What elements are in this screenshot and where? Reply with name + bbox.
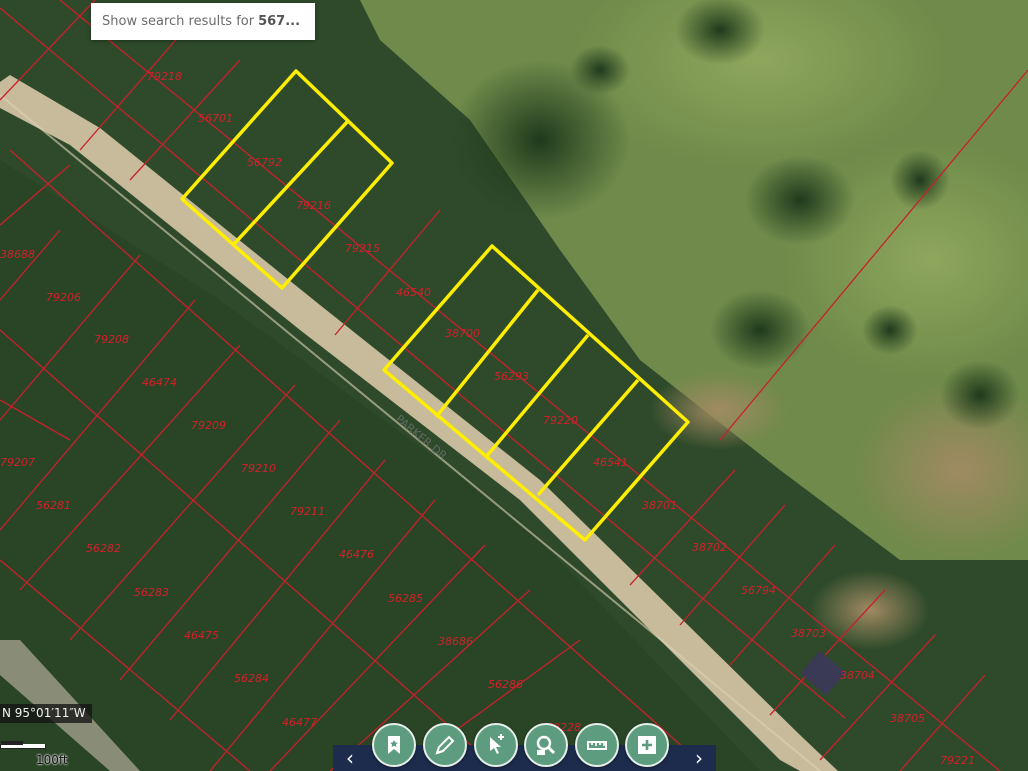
tree-cluster <box>570 45 630 95</box>
parcel-label: 79208 <box>94 333 129 346</box>
bookmark-icon <box>388 736 400 754</box>
draw-button[interactable] <box>423 723 467 767</box>
search-results-prefix: Show search results for <box>102 14 255 29</box>
search-parcel-button[interactable] <box>524 723 568 767</box>
parcel-label: 56794 <box>741 584 776 597</box>
map-canvas[interactable]: 79218 56701 56792 79216 79215 46540 3870… <box>0 0 1028 771</box>
parcel-label: 79220 <box>543 414 578 427</box>
parcel-label: 38701 <box>642 499 677 512</box>
parcel-label: 56283 <box>134 586 169 599</box>
parcel-label: 79210 <box>241 462 276 475</box>
add-button[interactable] <box>625 723 669 767</box>
parcel-label: 46541 <box>593 456 628 469</box>
toolbar-next-button[interactable]: › <box>685 745 713 771</box>
identify-pointer-icon <box>490 734 504 754</box>
parcel-label: 56284 <box>234 672 269 685</box>
tree-cluster <box>745 155 855 245</box>
measure-button[interactable] <box>575 723 619 767</box>
tree-cluster <box>890 150 950 210</box>
parcel-label: 79218 <box>147 70 182 83</box>
toolbar-prev-button[interactable]: ‹ <box>336 745 364 771</box>
measure-icon <box>587 741 607 750</box>
parcel-label: 38704 <box>840 669 875 682</box>
parcel-label: 79207 <box>0 456 35 469</box>
search-query: 567... <box>258 14 301 29</box>
tree-cluster <box>710 290 810 370</box>
parcel-label: 56293 <box>494 370 529 383</box>
parcel-label: 38703 <box>791 627 826 640</box>
parcel-label: 79206 <box>46 291 81 304</box>
parcel-label: 56281 <box>36 499 71 512</box>
parcel-label: 46474 <box>142 376 177 389</box>
parcel-label: 79221 <box>940 754 975 767</box>
parcel-label: 56701 <box>198 112 233 125</box>
scale-bar <box>0 741 46 749</box>
parcel-label: 56285 <box>388 592 423 605</box>
parcel-label: 79216 <box>296 199 331 212</box>
parcel-label: 56282 <box>86 542 121 555</box>
search-results-popup[interactable]: Show search results for 567... <box>91 3 315 40</box>
parcel-label: 46477 <box>282 716 317 729</box>
parcel-label: 46475 <box>184 629 219 642</box>
parcel-label: 79209 <box>191 419 226 432</box>
draw-pencil-icon <box>435 735 455 755</box>
parcel-label: 38702 <box>692 541 727 554</box>
parcel-label: 38688 <box>0 248 35 261</box>
bookmark-button[interactable] <box>372 723 416 767</box>
coordinate-readout: N 95°01′11″W <box>0 704 92 723</box>
parcel-label: 38700 <box>445 327 480 340</box>
parcel-label: 56286 <box>488 678 523 691</box>
parcel-label: 56792 <box>247 156 282 169</box>
scale-label: 100ft <box>36 753 68 767</box>
parcel-label: 38705 <box>890 712 925 725</box>
parcel-label: 46476 <box>339 548 374 561</box>
parcel-label: 46540 <box>396 286 431 299</box>
search-parcel-icon <box>536 735 556 755</box>
tree-cluster <box>940 360 1020 430</box>
parcel-label: 38686 <box>438 635 473 648</box>
parcel-label: 79211 <box>290 505 325 518</box>
parcel-label: 79215 <box>345 242 380 255</box>
add-icon <box>638 736 656 754</box>
identify-button[interactable] <box>474 723 518 767</box>
tree-cluster <box>862 305 918 355</box>
bare-patch <box>810 570 930 650</box>
